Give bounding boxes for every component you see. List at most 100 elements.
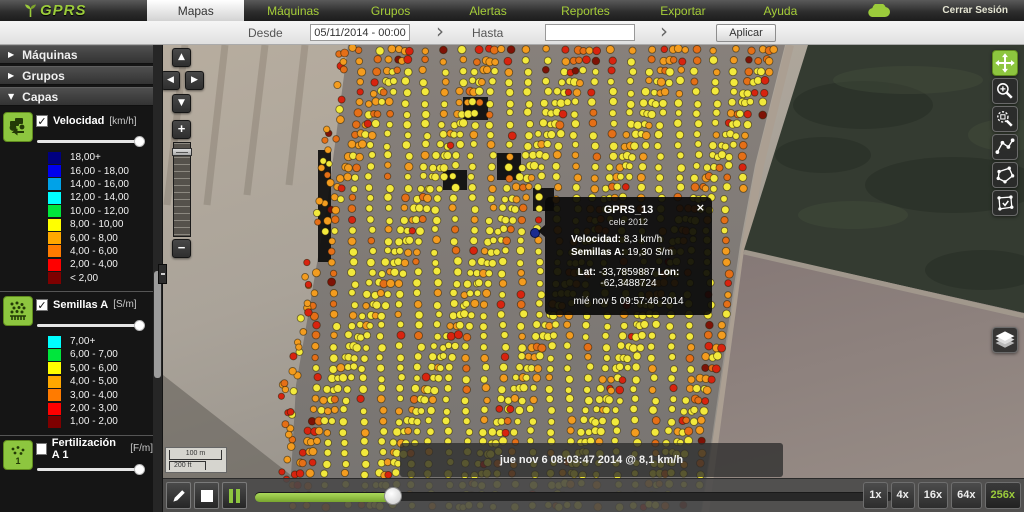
layer-unit: [S/m] <box>113 299 136 310</box>
timeline-slider[interactable] <box>255 492 893 501</box>
sidebar-section-maquinas[interactable]: ▶Máquinas <box>0 45 153 64</box>
zoom-out-button[interactable]: − <box>172 239 191 258</box>
tooltip-lat-label: Lat: <box>578 267 596 278</box>
tooltip-seeds-label: Semillas A: <box>571 247 625 258</box>
tab-ayuda[interactable]: Ayuda <box>732 0 829 21</box>
sprout-icon <box>24 3 37 18</box>
layers-button[interactable] <box>992 327 1018 353</box>
hasta-input[interactable] <box>545 24 635 41</box>
legend-row: 2,00 - 4,00 <box>0 258 153 271</box>
legend-row: 8,00 - 10,00 <box>0 218 153 231</box>
speed-button-64x[interactable]: 64x <box>951 482 981 509</box>
tooltip-seeds-value: 19,30 S/m <box>627 247 673 258</box>
speed-button-4x[interactable]: 4x <box>891 482 915 509</box>
layer-checkbox-fertilizaciona1[interactable] <box>36 443 47 455</box>
sidebar-collapse-handle[interactable] <box>158 264 167 284</box>
tooltip-seeds-row: Semillas A: 19,30 S/m <box>571 247 704 258</box>
fertilizer-icon: 1 <box>6 443 30 467</box>
sidebar-section-grupos[interactable]: ▶Grupos <box>0 66 153 85</box>
zoom-in-tool-button[interactable] <box>992 78 1018 104</box>
tab-mapas[interactable]: Mapas <box>147 0 244 21</box>
legend-label: 2,00 - 4,00 <box>70 259 118 270</box>
tooltip-latlon: Lat: -33,7859887 Lon: -62,3488724 <box>553 267 704 289</box>
legend-label: 5,00 - 6,00 <box>70 363 118 374</box>
zoom-level-slider[interactable] <box>173 142 191 237</box>
logout-button[interactable]: Cerrar Sesión <box>927 0 1024 21</box>
legend-row: 6,00 - 7,00 <box>0 348 153 361</box>
legend-swatch <box>48 192 61 204</box>
tooltip-speed-label: Velocidad: <box>571 234 621 245</box>
layer-opacity-slider-semillasa[interactable] <box>37 320 143 331</box>
hasta-label: Hasta <box>472 26 503 40</box>
tooltip-speed-value: 8,3 km/h <box>624 234 662 245</box>
scale-metric: 100 m <box>169 450 222 460</box>
layer-fertilizaciona1: 1Fertilización A 1[F/m] <box>0 436 153 485</box>
connection-status[interactable] <box>829 0 926 21</box>
measure-area-tool-button[interactable] <box>992 162 1018 188</box>
desde-input[interactable] <box>310 24 410 41</box>
zoom-slider-handle[interactable] <box>172 148 192 156</box>
legend-row: 3,00 - 4,00 <box>0 388 153 401</box>
speed-button-1x[interactable]: 1x <box>863 482 887 509</box>
tab-reportes[interactable]: Reportes <box>537 0 634 21</box>
pan-tool-button[interactable] <box>992 50 1018 76</box>
chevron-right-icon-2: › <box>660 19 668 43</box>
pan-right-button[interactable]: ▶ <box>185 71 204 90</box>
timeline-slider-thumb[interactable] <box>384 487 402 505</box>
sidebar-section-capas[interactable]: ▼Capas <box>0 87 153 106</box>
speed-button-16x[interactable]: 16x <box>918 482 948 509</box>
legend-label: 4,00 - 5,00 <box>70 376 118 387</box>
tooltip-subtitle: cele 2012 <box>553 217 704 227</box>
zoom-in-button[interactable]: + <box>172 120 191 139</box>
tab-maquinas[interactable]: Máquinas <box>244 0 341 21</box>
legend-swatch <box>48 259 61 271</box>
layer-unit: [km/h] <box>109 116 136 127</box>
magnifier-area-icon <box>994 108 1016 130</box>
zoom-box-tool-button[interactable] <box>992 106 1018 132</box>
chevron-down-icon: ▼ <box>8 92 14 101</box>
layer-name: Fertilización A 1 <box>52 437 125 461</box>
layer-checkbox-velocidad[interactable]: ✓ <box>36 115 48 127</box>
pan-down-button[interactable]: ▼ <box>172 94 191 113</box>
draw-button[interactable] <box>166 482 191 509</box>
layer-name: Velocidad <box>53 115 104 127</box>
legend-row: 4,00 - 6,00 <box>0 245 153 258</box>
tab-exportar[interactable]: Exportar <box>634 0 731 21</box>
tab-alertas[interactable]: Alertas <box>439 0 536 21</box>
seeder-icon <box>6 299 30 323</box>
tab-grupos[interactable]: Grupos <box>342 0 439 21</box>
move-icon <box>994 52 1016 74</box>
select-area-tool-button[interactable] <box>992 190 1018 216</box>
legend-swatch <box>48 336 61 348</box>
layer-opacity-thumb[interactable] <box>134 464 145 475</box>
legend-row: 18,00+ <box>0 151 153 164</box>
sidebar-scrollbar-thumb[interactable] <box>154 271 161 378</box>
stop-icon <box>201 490 213 502</box>
layer-opacity-slider-fertilizaciona1[interactable] <box>37 464 143 475</box>
layer-icon-fertilizaciona1: 1 <box>3 440 33 470</box>
layer-checkbox-semillasa[interactable]: ✓ <box>36 299 48 311</box>
layer-opacity-slider-velocidad[interactable] <box>37 136 143 147</box>
tooltip-close-button[interactable]: × <box>696 201 705 214</box>
layer-list: ✓ Velocidad [km/h] 18,00+16,00 - 18,0014,00… <box>0 108 153 485</box>
gprs-app: ▲ ◀ ▶ ▼ + − <box>0 0 1024 512</box>
pan-left-button[interactable]: ◀ <box>161 71 180 90</box>
legend-row: 7,00+ <box>0 335 153 348</box>
pan-up-button[interactable]: ▲ <box>172 48 191 67</box>
layer-legend-velocidad: 18,00+16,00 - 18,0014,00 - 16,0012,00 - … <box>0 151 153 285</box>
aplicar-button[interactable]: Aplicar <box>716 24 776 42</box>
speed-button-256x[interactable]: 256x <box>985 482 1021 509</box>
pause-button[interactable] <box>222 482 247 509</box>
legend-row: 6,00 - 8,00 <box>0 231 153 244</box>
tooltip-timestamp: mié nov 5 09:57:46 2014 <box>553 296 704 307</box>
tractor-icon <box>6 115 30 139</box>
measure-path-tool-button[interactable] <box>992 134 1018 160</box>
layer-opacity-thumb[interactable] <box>134 320 145 331</box>
stop-button[interactable] <box>194 482 219 509</box>
legend-row: 5,00 - 6,00 <box>0 362 153 375</box>
chevron-right-icon: ▶ <box>8 71 14 80</box>
legend-label: 12,00 - 14,00 <box>70 192 129 203</box>
legend-row: 1,00 - 2,00 <box>0 415 153 428</box>
layer-opacity-thumb[interactable] <box>134 136 145 147</box>
legend-label: 1,00 - 2,00 <box>70 416 118 427</box>
